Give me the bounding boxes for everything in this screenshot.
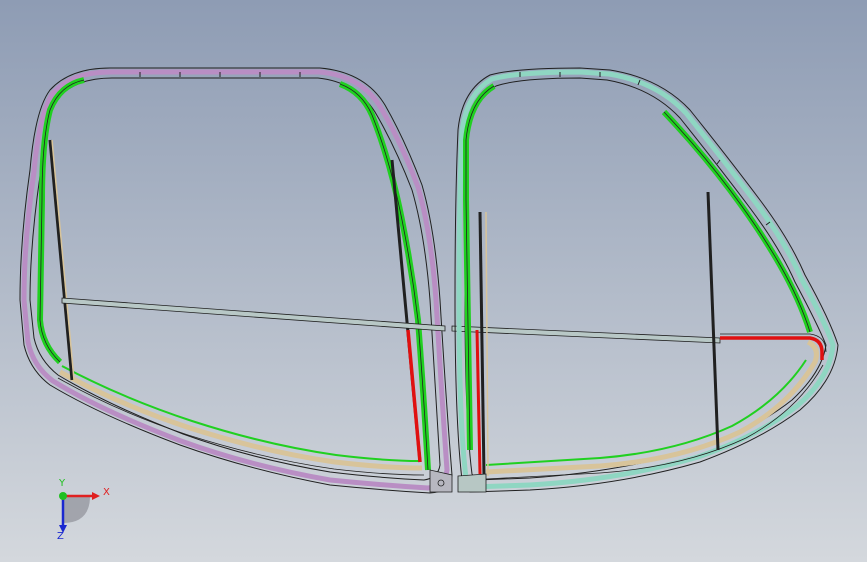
left-frame-outer-profile[interactable] [19,67,453,494]
y-axis-label: Y [59,478,66,489]
left-door-frame[interactable] [19,67,453,494]
right-corner-red-bracket[interactable] [720,336,824,360]
left-bottom-sill[interactable] [58,369,423,471]
right-front-guide-tan[interactable] [485,211,489,477]
y-axis-point [59,492,67,500]
left-front-guide-rail-tan[interactable] [51,139,75,381]
crossbar-right-segment[interactable] [451,325,721,344]
left-front-guide-rail[interactable] [48,139,74,381]
left-seal-strip-left[interactable] [36,77,85,365]
graphics-viewport[interactable]: X Y Z [0,0,867,562]
right-seal-strip-diagonal[interactable] [661,109,813,333]
right-rear-guide-rail[interactable] [706,191,720,451]
x-axis-label: X [103,487,110,498]
orientation-triad[interactable]: X Y Z [44,478,114,548]
right-top-clip-marks [519,72,771,226]
right-front-guide-red[interactable] [475,329,482,475]
z-axis-label: Z [57,531,64,542]
right-door-frame[interactable] [454,67,839,493]
right-frame-inner-edge[interactable] [464,77,827,481]
cad-model-view[interactable] [0,0,867,562]
x-axis-arrowhead [92,492,100,500]
right-bottom-sill[interactable] [485,339,819,475]
right-bottom-sill-green[interactable] [485,359,807,466]
right-corner-bracket[interactable] [457,473,487,493]
right-frame-outer-profile[interactable] [454,67,839,493]
crossbar-left-segment[interactable] [61,297,446,332]
left-frame-outer-band[interactable] [21,69,450,491]
triad-shading [63,496,90,523]
right-seal-strip-diagonal-edge[interactable] [663,111,811,333]
right-frame-outer-band[interactable] [456,69,836,490]
horizontal-crossbar[interactable] [61,297,721,344]
